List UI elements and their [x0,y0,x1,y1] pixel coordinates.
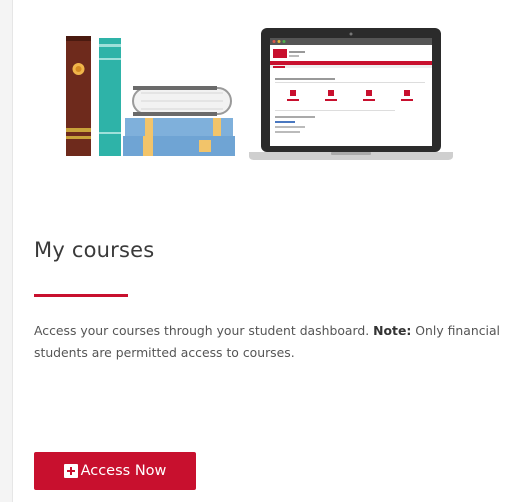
plus-square-icon [63,464,78,478]
access-now-label: Access Now [80,463,167,479]
title-underline [34,294,128,297]
card-title: My courses [34,238,155,262]
book-stack-icon [123,86,235,156]
note-label: Note: [373,323,412,338]
book-icon [66,36,91,156]
book-icon [99,38,121,156]
card-description: Access your courses through your student… [34,320,504,364]
description-main: Access your courses through your student… [34,323,370,338]
laptop-icon [249,28,453,160]
access-now-button[interactable]: Access Now [34,452,196,490]
books-laptop-illustration [66,28,453,160]
my-courses-card: My courses Access your courses through y… [12,0,511,502]
